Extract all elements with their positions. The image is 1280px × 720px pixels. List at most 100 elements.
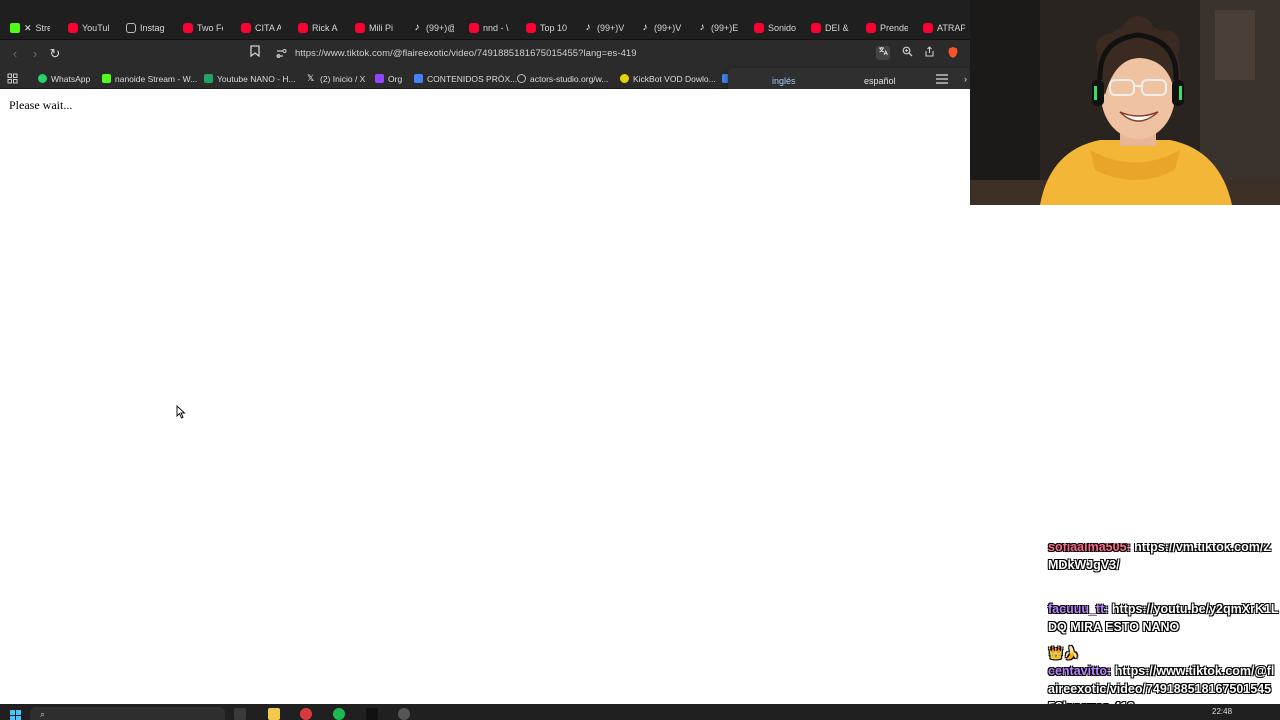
address-bar[interactable]: https://www.tiktok.com/@flaireexotic/vid… [270,44,970,65]
bookmark-label: nanoide Stream - W... [115,73,198,84]
streamer-webcam-image [970,0,1280,205]
tab[interactable]: Rick Ar [298,18,338,38]
youtube-icon [241,23,251,33]
youtube-icon [469,23,479,33]
file-explorer-icon[interactable] [268,708,280,720]
tab-label: (99+)V [654,23,682,33]
browser-icon[interactable] [398,708,410,720]
app-icon[interactable] [300,708,312,720]
instagram-icon [126,23,136,33]
sheets-icon [204,74,213,83]
chat-text: 👑🍌 [1048,646,1080,660]
docs-icon [414,74,423,83]
tab-label: Stre [35,23,50,33]
bookmark-label: (2) Inicio / X [320,73,366,84]
close-icon[interactable]: ✕ [24,23,32,34]
webcam-overlay [970,0,1280,205]
bookmark-org[interactable]: Org [375,72,402,85]
bookmark-x[interactable]: 𝕏 (2) Inicio / X [307,72,365,85]
reload-icon[interactable]: ↻ [46,45,64,63]
tab[interactable]: Top 10 [526,18,568,38]
tab-label: Two Fe [197,23,223,33]
tiktok-icon: ♪ [699,22,705,33]
back-icon[interactable]: ‹ [6,45,24,63]
tab[interactable]: ♪ (99+)V [640,18,682,38]
tiktok-icon: ♪ [642,22,648,33]
tab[interactable]: Sonido [754,18,796,38]
chat-overlay: sofiaalma505: https://vm.tiktok.com/ZMDk… [1046,543,1280,720]
tab-label: nnd - \ [483,23,509,33]
apps-icon[interactable] [7,72,18,85]
spotify-icon[interactable] [333,708,345,720]
whatsapp-icon [38,74,47,83]
translate-target-option[interactable]: español [864,76,896,86]
bookmark-label: WhatsApp [51,73,91,84]
mouse-cursor-icon [176,405,186,419]
chat-message: 👑🍌 [1048,644,1280,662]
tab-label: Prende [880,23,908,33]
youtube-icon [923,23,933,33]
tab[interactable]: Two Fe [183,18,223,38]
bookmark-nanoide-stream[interactable]: nanoide Stream - W... [102,72,197,85]
tab[interactable]: YouTul [68,18,110,38]
tab-label: Top 10 [540,23,568,33]
youtube-icon [183,23,193,33]
chat-message: sofiaalma505: https://vm.tiktok.com/ZMDk… [1048,543,1280,574]
tab[interactable]: ✕ Stre [10,18,50,38]
translate-icon[interactable] [876,46,890,60]
tab[interactable]: Instag [126,18,166,38]
bookmark-youtube-nano[interactable]: Youtube NANO - H... [204,72,296,85]
bookmark-icon[interactable] [246,45,264,63]
bookmark-label: CONTENIDOS PRÓX... [427,73,518,84]
bookmark-contenidos[interactable]: CONTENIDOS PRÓX... [414,72,517,85]
toolbar: ‹ › ↻ https://www.tiktok.com/@flaireexot… [0,40,970,68]
tab[interactable]: ♪ (99+)V [583,18,625,38]
chevron-right-icon[interactable]: › [964,74,967,84]
youtube-icon [298,23,308,33]
brave-shields-icon[interactable] [946,46,960,60]
tab[interactable]: nnd - \ [469,18,509,38]
translate-source-option[interactable]: inglés [772,76,796,86]
tab[interactable]: CITA A [241,18,281,38]
page-content: Please wait... [0,89,970,703]
chat-username: sofiaalma505 [1048,543,1127,554]
windows-start-icon[interactable] [10,708,22,720]
bookmark-kickbot[interactable]: KickBot VOD Dowlo... [620,72,716,85]
bookmark-actors-studio[interactable]: actors-studio.org/w... [517,72,608,85]
zoom-icon[interactable] [900,46,914,60]
tab-label: Mili Pi [369,23,393,33]
tiktok-icon: ♪ [414,22,420,33]
tab-label: (99+)@ [426,23,454,33]
globe-icon [517,74,526,83]
task-view-icon[interactable] [234,708,246,720]
youtube-icon [526,23,536,33]
share-icon[interactable] [922,46,936,60]
tab[interactable]: Mili Pi [355,18,395,38]
tab[interactable]: DEI & [811,18,851,38]
tab[interactable]: ATRAP [923,18,965,38]
youtube-icon [68,23,78,33]
twitch-icon [375,74,384,83]
tab-label: YouTul [82,23,110,33]
menu-icon[interactable] [936,74,948,86]
kick-icon [102,74,111,83]
tab-label: Instag [140,23,165,33]
forward-icon[interactable]: › [26,45,44,63]
bookmark-whatsapp[interactable]: WhatsApp [38,72,90,85]
youtube-icon [866,23,876,33]
tab-bar: ✕ Stre YouTul Instag Two Fe CITA A Rick … [0,0,970,40]
screen: ✕ Stre YouTul Instag Two Fe CITA A Rick … [0,0,1280,720]
taskbar-search[interactable]: ⌕ [30,707,225,720]
tab-label: (99+)V [597,23,625,33]
tab[interactable]: Prende [866,18,908,38]
loading-message: Please wait... [9,98,73,112]
youtube-icon [811,23,821,33]
tab[interactable]: ♪ (99+)@ [412,18,455,38]
bookmark-label: KickBot VOD Dowlo... [633,73,716,84]
kick-icon [10,23,20,33]
app-icon[interactable] [366,708,378,720]
tab-label: (99+)E [711,23,739,33]
tab-label: ATRAP [937,23,965,33]
tab[interactable]: ♪ (99+)E [697,18,739,38]
site-info-icon[interactable] [276,48,288,60]
